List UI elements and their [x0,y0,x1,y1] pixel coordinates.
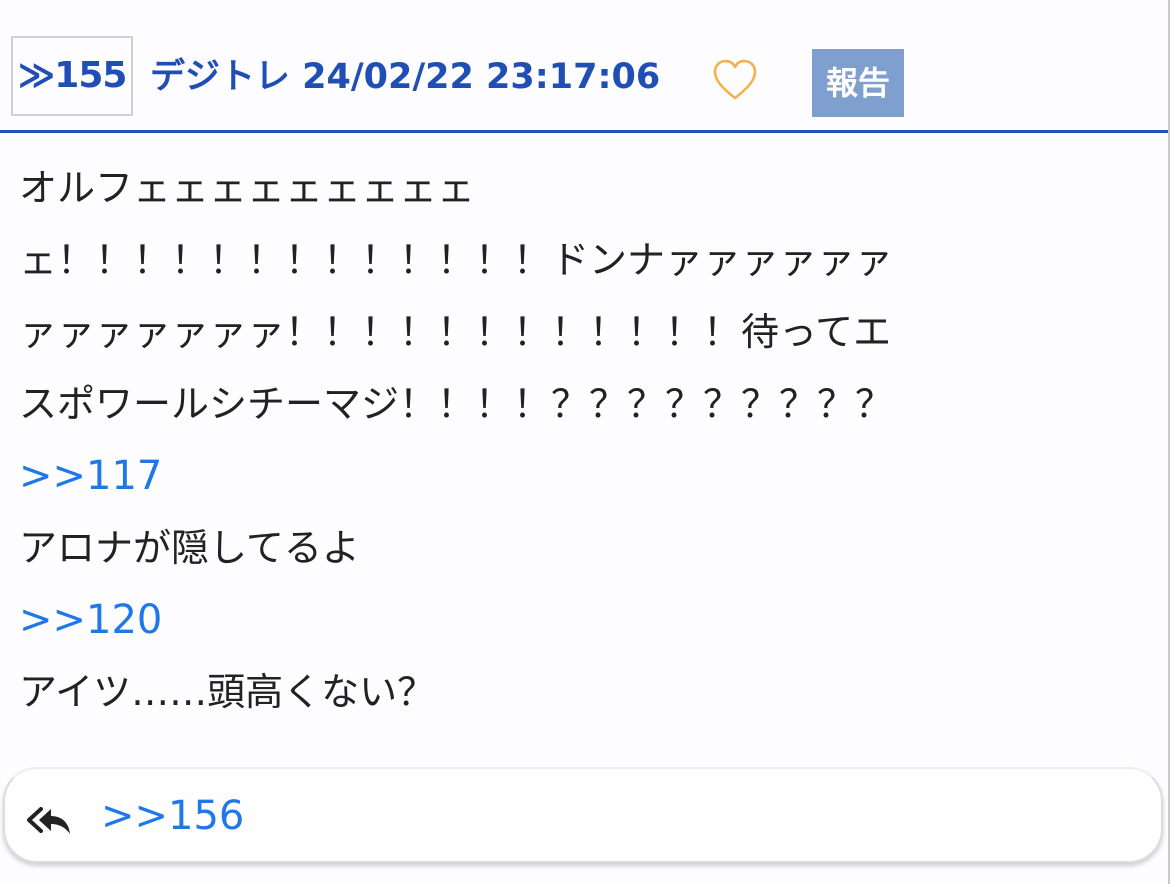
body-line: アロナが隠してるよ [19,526,360,570]
body-line: アイツ……頭高くない？ [19,670,436,714]
post-card: ≫155 デジトレ 24/02/22 23:17:06 報告 オルフェェェェェェ… [0,0,1170,884]
body-line: オルフェェェェェェェェェ [19,166,476,210]
post-body: オルフェェェェェェェェェ ェ！！！！！！！！！！！！！ドンナァァァァァァ ァァァ… [19,152,1129,728]
post-header: ≫155 デジトレ 24/02/22 23:17:06 報告 [0,0,1168,133]
author-datetime: デジトレ 24/02/22 23:17:06 [150,57,661,97]
anchor-link-120[interactable]: >>120 [19,597,162,643]
reply-bar: >>156 [3,767,1163,863]
reply-anchor-link[interactable]: >>156 [101,791,244,841]
body-line: ァァァァァァァ！！！！！！！！！！！！待ってエ [19,310,892,354]
anchor-link-117[interactable]: >>117 [19,453,162,499]
heart-icon[interactable] [712,58,758,104]
reply-all-icon[interactable] [27,803,73,837]
post-number-link[interactable]: ≫155 [11,36,133,116]
anchor-line: >>120 [19,584,1129,656]
body-line: スポワールシチーマジ！！！！？？？？？？？？？ [19,382,894,426]
report-button[interactable]: 報告 [812,49,904,117]
anchor-line: >>117 [19,440,1129,512]
body-line: ェ！！！！！！！！！！！！！ドンナァァァァァァ [19,238,894,282]
